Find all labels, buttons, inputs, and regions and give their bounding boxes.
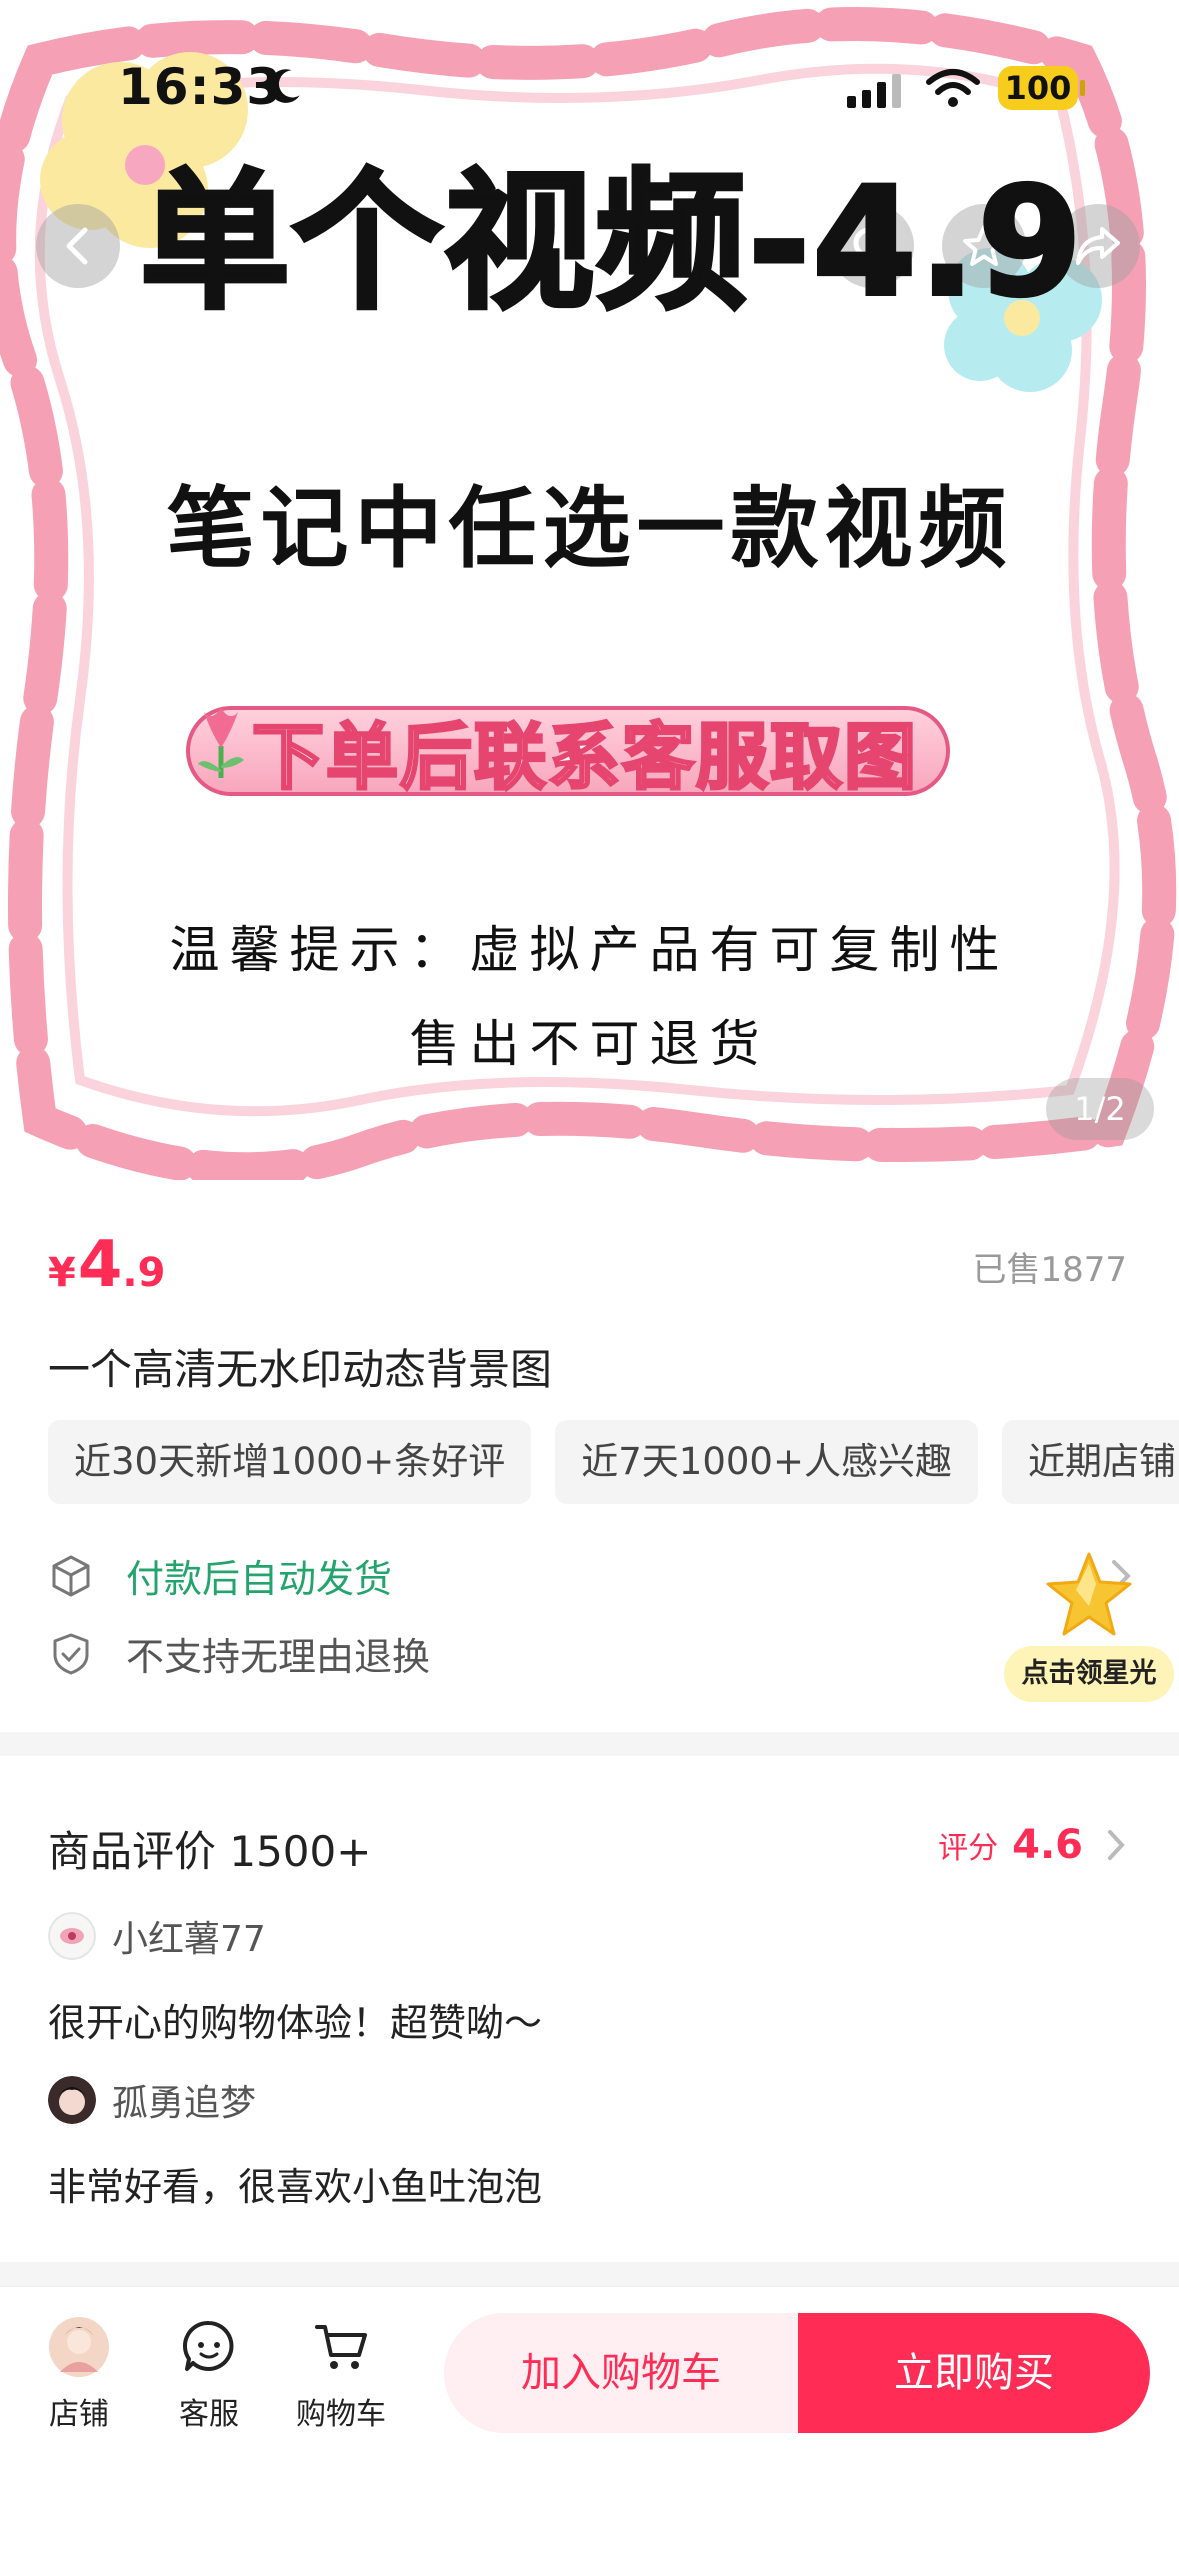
buy-now-button[interactable]: 立即购买: [798, 2313, 1150, 2433]
gold-star-icon: [1046, 1552, 1132, 1636]
product-tags: 近30天新增1000+条好评 近7天1000+人感兴趣 近期店铺: [48, 1420, 1179, 1504]
moon-icon: [269, 69, 300, 103]
avatar: [48, 2076, 96, 2124]
status-time: 16:33: [118, 58, 283, 116]
review-text: 非常好看，很喜欢小鱼吐泡泡: [48, 2165, 543, 2209]
shield-check-icon: [53, 1633, 89, 1674]
service-label: 客服: [179, 2397, 239, 2432]
product-image-gallery[interactable]: 16:33 100 单个视频-4.9 笔记中任选一款视频 下单后联系客服取图 温…: [0, 0, 1179, 1180]
image-page-indicator: 1/2: [1046, 1078, 1154, 1140]
review-item[interactable]: 孤勇追梦 非常好看，很喜欢小鱼吐泡泡: [48, 2074, 542, 2211]
hero-subtitle: 笔记中任选一款视频: [166, 477, 1013, 580]
add-to-cart-button[interactable]: 加入购物车: [444, 2313, 798, 2433]
reviewer-name: 小红薯77: [112, 1919, 266, 1960]
reviewer-name: 孤勇追梦: [112, 2083, 257, 2124]
avatar: [48, 1912, 96, 1960]
price: ¥ 4 .9: [48, 1228, 165, 1302]
price-integer: 4: [77, 1228, 123, 1302]
hero-tip-line1: 温馨提示：虚拟产品有可复制性: [169, 921, 1010, 979]
store-button[interactable]: 店铺: [24, 2315, 134, 2433]
score-label: 评分: [938, 1831, 999, 1866]
battery-indicator: 100: [998, 66, 1078, 110]
tag-item[interactable]: 近30天新增1000+条好评: [48, 1420, 532, 1504]
chat-bubble-icon: [183, 2320, 234, 2371]
store-avatar-icon: [49, 2317, 109, 2377]
signal-icon: [847, 74, 901, 108]
product-title: 一个高清无水印动态背景图: [48, 1345, 553, 1394]
bottom-action-bar: 店铺 客服 购物车 加入购物车 立即购买: [0, 2286, 1179, 2556]
reviews-title[interactable]: 商品评价 1500+: [48, 1818, 371, 1879]
customer-service-button[interactable]: 客服: [154, 2315, 264, 2433]
reviews-score[interactable]: 评分 4.6: [938, 1822, 1127, 1868]
chevron-left-icon: [66, 227, 88, 265]
store-label: 店铺: [49, 2397, 109, 2432]
service-label: 付款后自动发货: [126, 1557, 393, 1601]
hero-title: 单个视频-4.9: [138, 156, 1084, 330]
back-button[interactable]: [36, 204, 120, 288]
star-light-label: 点击领星光: [1004, 1646, 1174, 1702]
chevron-right-icon: [1108, 1830, 1125, 1860]
cart-label: 购物车: [296, 2397, 386, 2432]
tulip-icon: [198, 708, 244, 778]
section-divider: [0, 1732, 1179, 1756]
cube-icon: [52, 1555, 90, 1596]
reviewer: 小红薯77: [48, 1910, 542, 1962]
price-decimal: .9: [122, 1250, 166, 1296]
tag-item[interactable]: 近7天1000+人感兴趣: [555, 1420, 978, 1504]
star-light-badge[interactable]: 点击领星光: [1000, 1546, 1176, 1706]
cart-icon: [315, 2325, 367, 2369]
review-item[interactable]: 小红薯77 很开心的购物体验！超赞呦～: [48, 1910, 542, 2047]
service-no-return[interactable]: 不支持无理由退换: [48, 1626, 430, 1681]
reviewer: 孤勇追梦: [48, 2074, 542, 2126]
battery-tip: [1080, 80, 1085, 96]
review-text: 很开心的购物体验！超赞呦～: [48, 2001, 543, 2045]
service-auto-delivery[interactable]: 付款后自动发货: [48, 1548, 392, 1603]
service-label: 不支持无理由退换: [126, 1635, 431, 1679]
score-value: 4.6: [1012, 1822, 1083, 1868]
section-divider: [0, 2262, 1179, 2286]
hero-tip-line2: 售出不可退货: [409, 1015, 770, 1073]
price-currency: ¥: [48, 1250, 76, 1296]
hero-banner-text: 下单后联系客服取图: [250, 714, 919, 801]
tag-item[interactable]: 近期店铺: [1001, 1420, 1179, 1504]
wifi-icon: [926, 69, 980, 107]
shopping-cart-button[interactable]: 购物车: [286, 2315, 396, 2433]
sold-count: 已售1877: [972, 1250, 1127, 1290]
